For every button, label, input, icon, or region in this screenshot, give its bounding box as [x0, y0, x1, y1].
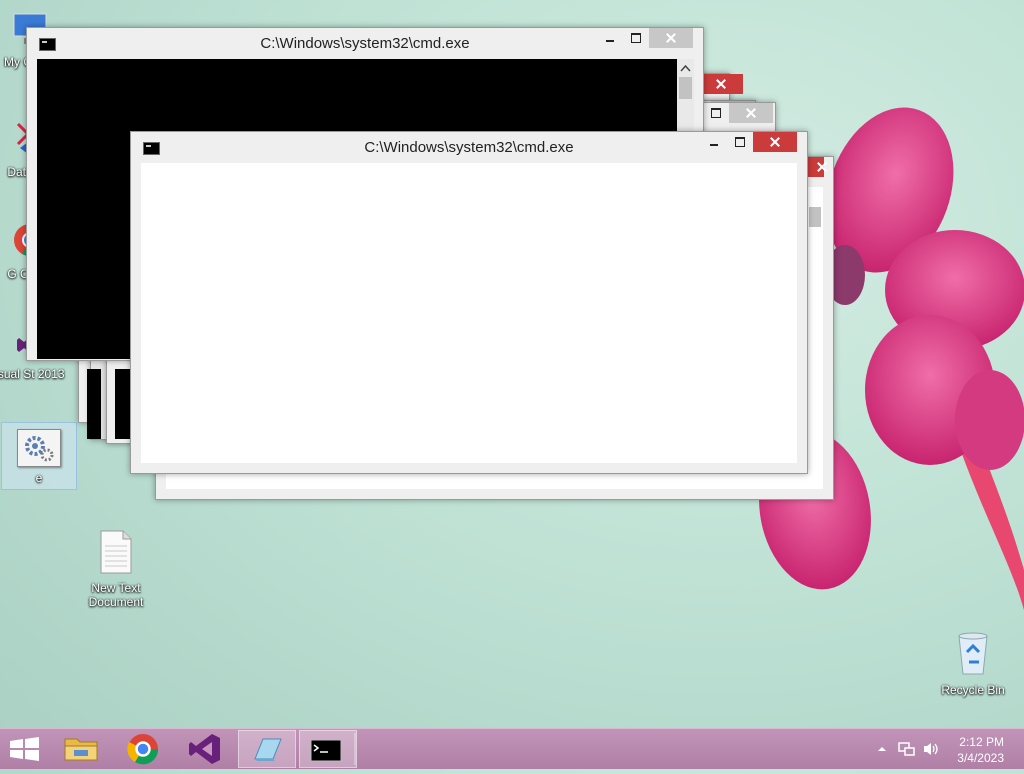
close-button[interactable]	[649, 28, 693, 48]
scrollbar[interactable]	[806, 187, 823, 489]
title-bar[interactable]: C:\Windows\system32\cmd.exe	[131, 132, 807, 162]
desktop-icon-recycle-bin[interactable]: Recycle Bin	[935, 630, 1011, 697]
desktop-icon-label: Recycle Bin	[941, 683, 1005, 697]
show-hidden-icons-icon[interactable]	[876, 743, 888, 755]
taskbar-notepad[interactable]	[238, 730, 296, 768]
maximize-button[interactable]	[623, 28, 649, 48]
scroll-up-arrow-icon[interactable]	[677, 61, 694, 75]
network-icon[interactable]	[898, 741, 916, 757]
desktop-icon-new-text-document[interactable]: New Text Document	[78, 530, 154, 609]
console-area[interactable]	[141, 163, 797, 463]
taskbar-cmd[interactable]	[299, 730, 357, 768]
recycle-bin-icon	[958, 632, 988, 675]
taskbar-divider	[354, 733, 356, 765]
desktop-icon-e[interactable]: e	[1, 422, 77, 490]
minimize-button[interactable]	[701, 132, 727, 152]
close-button[interactable]	[729, 103, 773, 123]
cmd-window-front[interactable]: C:\Windows\system32\cmd.exe	[130, 131, 808, 474]
clock-date: 3/4/2023	[957, 751, 1004, 765]
taskbar-chrome[interactable]	[114, 730, 172, 768]
desktop-icon-label: e	[35, 471, 43, 485]
scrollbar-thumb[interactable]	[679, 77, 692, 99]
desktop: My C Data G C Visual St 2013	[0, 0, 1024, 728]
desktop-icon-label: Visual St 2013	[0, 367, 65, 381]
folder-icon	[64, 738, 98, 761]
maximize-button[interactable]	[703, 103, 729, 123]
visual-studio-icon	[189, 734, 220, 764]
desktop-icon-label: New Text Document	[88, 581, 144, 609]
taskbar: 2:12 PM 3/4/2023	[0, 728, 1024, 769]
volume-icon[interactable]	[922, 741, 940, 757]
clock[interactable]: 2:12 PM 3/4/2023	[957, 734, 1004, 766]
windows-logo-icon	[10, 737, 39, 761]
console-area[interactable]	[115, 369, 131, 439]
gear-icon	[25, 436, 54, 462]
clock-time: 2:12 PM	[959, 735, 1004, 749]
minimize-button[interactable]	[597, 28, 623, 48]
close-button[interactable]	[699, 74, 743, 94]
taskbar-file-explorer[interactable]	[52, 730, 110, 768]
taskbar-visual-studio[interactable]	[176, 730, 234, 768]
notepad-icon	[254, 738, 282, 761]
close-button[interactable]	[753, 132, 797, 152]
cmd-icon	[310, 739, 342, 762]
start-button[interactable]	[0, 730, 58, 768]
console-area[interactable]	[87, 369, 101, 439]
settings-app-icon	[17, 429, 61, 467]
text-file-icon	[100, 530, 132, 574]
title-bar[interactable]: C:\Windows\system32\cmd.exe	[27, 28, 703, 58]
maximize-button[interactable]	[727, 132, 753, 152]
scrollbar-thumb[interactable]	[809, 207, 821, 227]
chrome-icon	[127, 734, 159, 765]
